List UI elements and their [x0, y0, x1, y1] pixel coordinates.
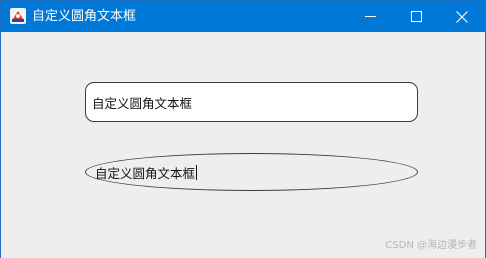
maximize-icon: [410, 11, 422, 22]
close-icon: [456, 10, 468, 23]
minimize-icon: [364, 16, 376, 17]
text-caret: [196, 164, 198, 180]
title-bar[interactable]: 自定义圆角文本框: [1, 1, 485, 32]
ellipse-text-field-value: 自定义圆角文本框: [95, 165, 196, 181]
minimize-button[interactable]: [347, 1, 393, 32]
java-app-icon: [10, 8, 26, 24]
ellipse-text-field[interactable]: 自定义圆角文本框: [85, 153, 418, 191]
rounded-text-field[interactable]: 自定义圆角文本框: [85, 82, 418, 122]
maximize-button[interactable]: [393, 1, 439, 32]
watermark: CSDN @海边漫步者: [385, 240, 477, 251]
content-panel: 自定义圆角文本框 自定义圆角文本框: [1, 32, 485, 258]
app-window: 自定义圆角文本框 自定义圆角文本框 自定义圆角文本框 CSDN @海边漫步者: [0, 0, 486, 258]
rounded-text-field-value: 自定义圆角文本框: [92, 95, 193, 111]
close-button[interactable]: [439, 1, 485, 32]
window-title: 自定义圆角文本框: [32, 9, 137, 24]
